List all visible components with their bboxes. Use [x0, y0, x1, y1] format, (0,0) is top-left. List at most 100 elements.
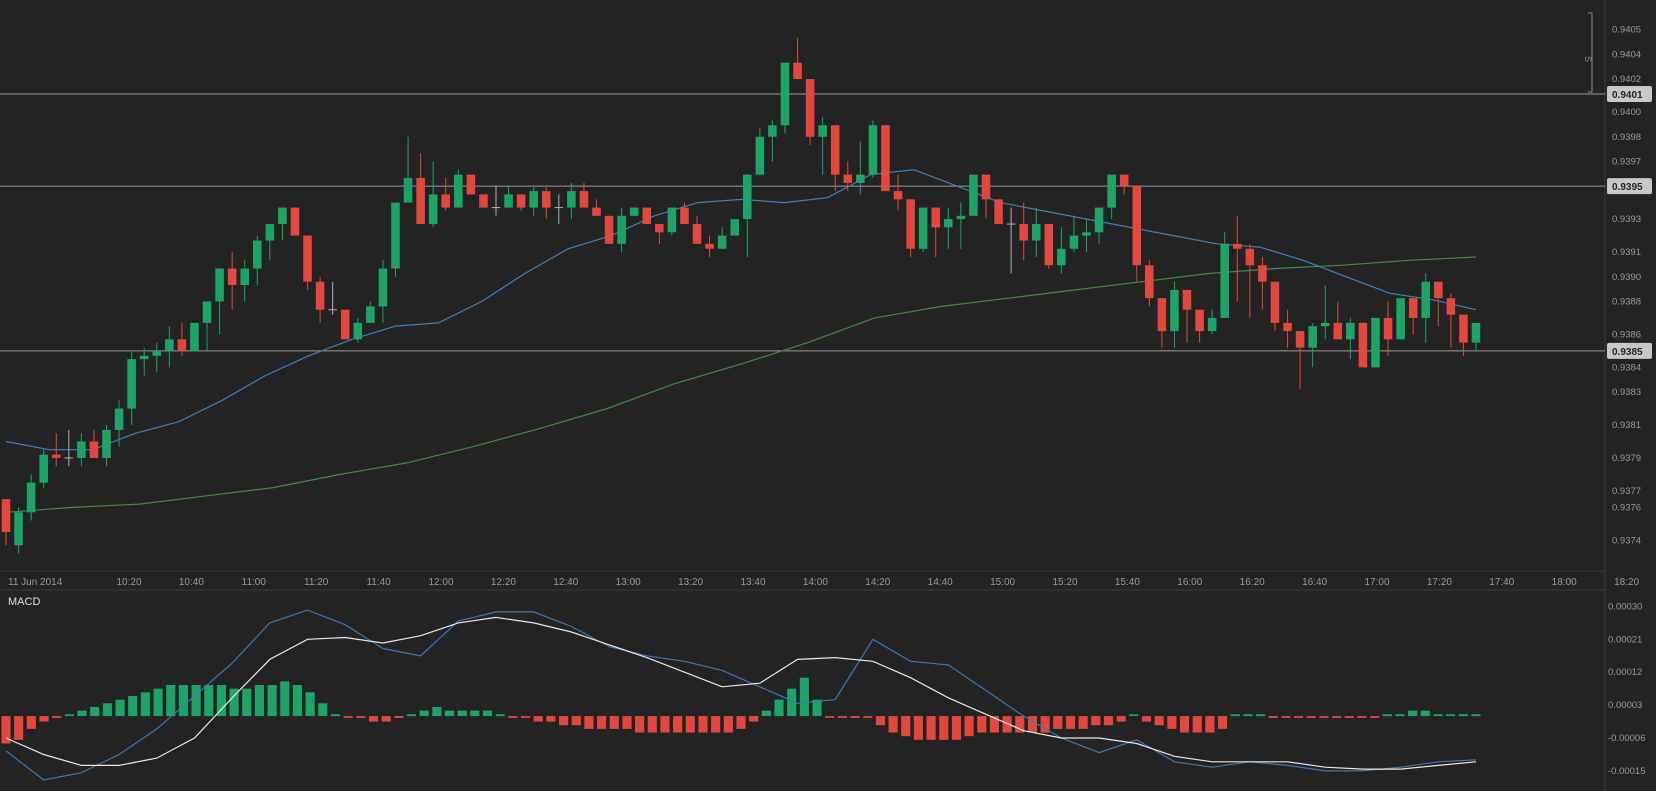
macd-bar: [622, 716, 632, 729]
macd-bar: [698, 716, 708, 733]
candle: [454, 169, 463, 208]
macd-bar: [964, 716, 974, 737]
candle: [1371, 317, 1380, 368]
macd-bar: [1319, 716, 1329, 718]
price-tick-label: 0.9384: [1612, 362, 1641, 373]
macd-bar: [381, 716, 391, 722]
macd-bar: [635, 716, 645, 733]
macd-bar: [406, 714, 417, 717]
macd-bar: [825, 716, 835, 718]
price-tick-label: 0.9390: [1612, 272, 1641, 283]
time-tick-label: 16:20: [1240, 577, 1265, 588]
macd-tick-label: -0.00015: [1608, 766, 1646, 777]
macd-bar: [1433, 714, 1443, 717]
macd-bar: [432, 706, 442, 717]
macd-bar: [242, 688, 252, 717]
candle: [1396, 298, 1405, 340]
macd-bar: [330, 714, 341, 717]
macd-bar: [1192, 716, 1202, 733]
candle: [391, 202, 400, 277]
candle: [994, 199, 1003, 225]
candle: [629, 207, 639, 216]
macd-bar: [1167, 716, 1177, 729]
macd-bar: [888, 716, 898, 733]
macd-bar: [102, 703, 112, 717]
macd-bar: [1065, 716, 1076, 729]
macd-bar: [39, 716, 49, 722]
macd-bar: [559, 716, 569, 726]
macd-bar: [736, 716, 746, 729]
macd-title: MACD: [8, 596, 40, 608]
price-tick-label: 0.9377: [1612, 486, 1641, 497]
macd-bar: [90, 706, 100, 717]
time-tick-label: 12:00: [428, 577, 453, 588]
price-tick-label: 0.9383: [1612, 387, 1641, 398]
macd-bar: [647, 716, 657, 733]
macd-bar: [495, 714, 505, 717]
time-tick-label: 14:00: [803, 577, 828, 588]
time-tick-label: 17:00: [1364, 577, 1389, 588]
price-tick-label: 0.9402: [1612, 74, 1641, 85]
macd-bar: [280, 681, 290, 717]
macd-bar: [837, 716, 847, 718]
macd-bar: [153, 688, 163, 717]
macd-bar: [1281, 716, 1291, 718]
time-tick-label: 16:00: [1177, 577, 1202, 588]
candle: [906, 199, 915, 257]
candle: [667, 207, 677, 236]
time-tick-label: 13:00: [616, 577, 641, 588]
macd-bar: [546, 716, 556, 722]
price-tick-label: 0.9400: [1612, 107, 1641, 118]
macd-bar: [609, 716, 619, 729]
price-tick-label: 0.9374: [1612, 535, 1641, 546]
macd-bar: [64, 714, 74, 717]
macd-bar: [673, 716, 683, 733]
macd-bar: [368, 716, 379, 722]
price-tick-label: 0.9386: [1612, 329, 1641, 340]
candle: [805, 79, 815, 145]
time-tick-label: 11:40: [366, 577, 391, 588]
macd-bar: [875, 716, 885, 726]
macd-bar: [977, 716, 987, 733]
macd-bar: [1141, 716, 1152, 722]
macd-bar: [1027, 716, 1038, 733]
time-tick-label: 14:20: [865, 577, 890, 588]
candle: [1044, 224, 1054, 269]
macd-bar: [1458, 714, 1468, 717]
price-tick-label: 0.9381: [1612, 420, 1641, 431]
price-tick-label: 0.9397: [1612, 156, 1641, 167]
macd-bar: [166, 685, 176, 717]
candle: [780, 62, 790, 134]
time-tick-label: 17:40: [1489, 577, 1514, 588]
level-label: 0.9385: [1607, 342, 1652, 359]
macd-tick-label: 0.00003: [1608, 700, 1642, 711]
price-tick-label: 0.9391: [1612, 247, 1641, 258]
macd-tick-label: -0.00006: [1608, 733, 1646, 744]
time-tick-label: 15:40: [1115, 577, 1140, 588]
macd-bar: [1332, 716, 1342, 718]
macd-bar: [1217, 716, 1228, 729]
candle: [1220, 232, 1229, 318]
macd-bar: [1382, 714, 1392, 717]
macd-bar: [457, 710, 467, 717]
time-tick-label: 13:20: [678, 577, 703, 588]
macd-bar: [711, 716, 721, 733]
macd-bar: [901, 716, 911, 737]
candle: [39, 449, 48, 488]
macd-bar: [140, 692, 150, 717]
candle: [868, 120, 878, 178]
time-tick-label: 11:20: [304, 577, 329, 588]
time-tick-label: 15:20: [1052, 577, 1077, 588]
macd-bar: [584, 716, 594, 729]
price-chart[interactable]: 0.9405 0.9404 0.9402 0.9400 0.9398 0.9397 0.93…: [0, 0, 1656, 791]
candle: [918, 207, 928, 253]
candle: [642, 207, 652, 225]
macd-bar: [444, 710, 455, 717]
price-tick-label: 0.9398: [1612, 132, 1641, 143]
macd-bar: [799, 677, 809, 717]
macd-bar: [343, 716, 353, 718]
macd-bar: [52, 716, 62, 718]
macd-bar: [394, 716, 404, 718]
macd-bar: [1091, 716, 1101, 726]
macd-bar: [1395, 714, 1405, 717]
